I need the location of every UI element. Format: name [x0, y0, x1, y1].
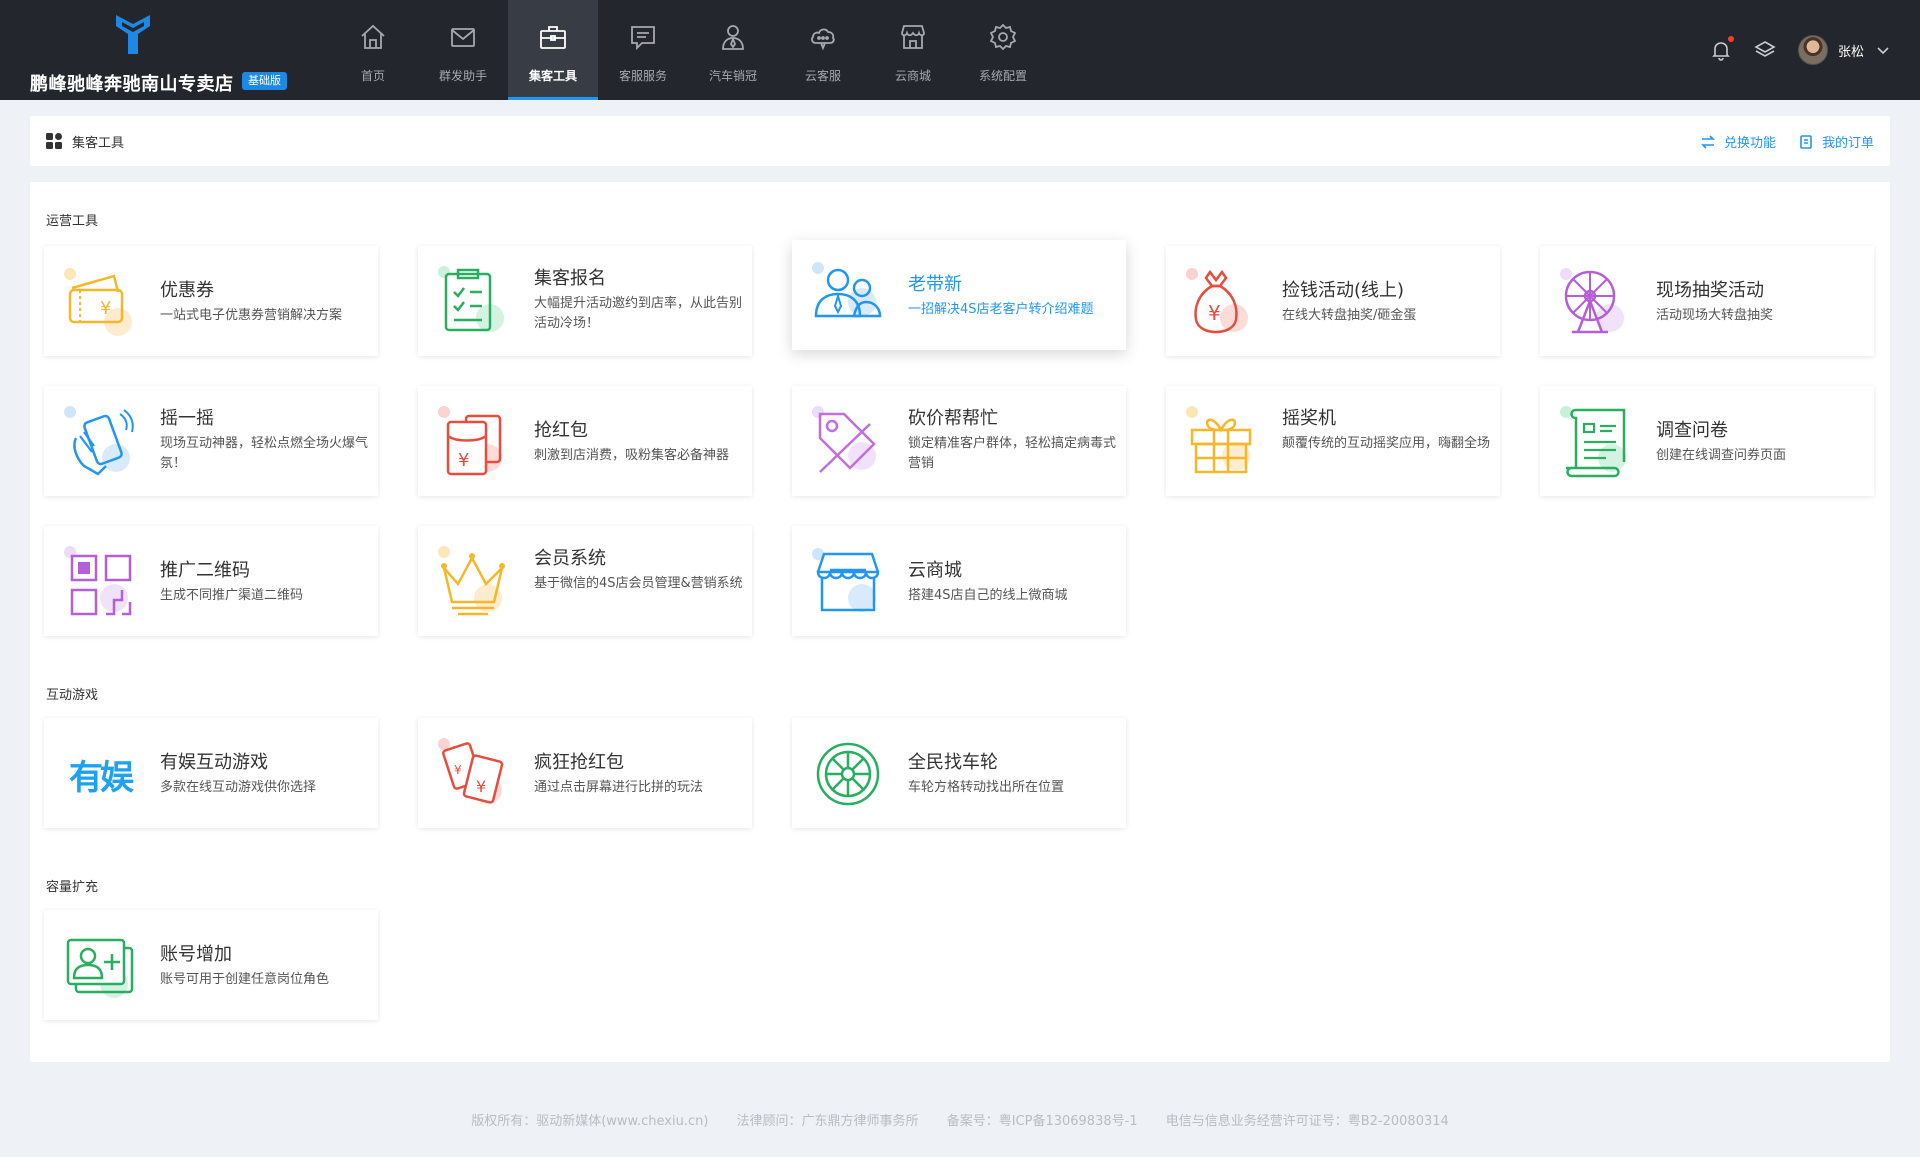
layers-button[interactable] [1754, 39, 1776, 61]
tool-card-lottery[interactable]: 现场抽奖活动 活动现场大转盘抽奖 [1540, 246, 1874, 356]
briefcase-icon [540, 26, 566, 49]
shake-phone-icon [64, 406, 134, 476]
nav-item-home[interactable]: 首页 [328, 0, 418, 100]
price-tag-icon [812, 406, 876, 473]
svg-text:¥: ¥ [476, 777, 486, 796]
ferris-wheel-icon [1560, 268, 1624, 334]
section-title-games: 互动游戏 [46, 688, 99, 703]
clipboard-check-icon [438, 266, 504, 332]
breadcrumb-actions: 兑换功能 我的订单 [1678, 132, 1874, 151]
chat-icon [631, 26, 655, 51]
referral-people-icon [812, 262, 882, 318]
salesperson-icon [722, 25, 744, 50]
tool-card-signup[interactable]: 集客报名 大幅提升活动邀约到店率，从此告别活动冷场！ [418, 246, 752, 356]
exchange-button[interactable]: 兑换功能 [1700, 132, 1776, 151]
qr-code-icon [64, 546, 132, 616]
breadcrumb: 集客工具 兑换功能 我的订单 [30, 116, 1890, 166]
bell-icon [1712, 42, 1730, 61]
tool-card-shake[interactable]: 摇一摇 现场互动神器，轻松点燃全场火爆气氛！ [44, 386, 378, 496]
avatar[interactable] [1797, 35, 1828, 65]
main-nav: 首页 群发助手 集客工具 客服服务 汽车销冠 云客服 云商城 系统配置 [328, 0, 1048, 100]
tool-card-coupon[interactable]: ¥ 优惠券 一站式电子优惠券营销解决方案 [44, 246, 378, 356]
tool-card-survey[interactable]: 调查问卷 创建在线调查问券页面 [1540, 386, 1874, 496]
notification-button[interactable] [1710, 36, 1734, 61]
tool-card-qrcode[interactable]: 推广二维码 生成不同推广渠道二维码 [44, 526, 378, 636]
tool-card-crazy-redpacket[interactable]: ¥ ¥ 疯狂抢红包 通过点击屏幕进行比拼的玩法 [418, 718, 752, 828]
svg-text:¥: ¥ [454, 763, 462, 777]
exchange-icon [1701, 134, 1715, 149]
store-icon [901, 25, 925, 49]
nav-item-cloud-mall[interactable]: 云商城 [868, 0, 958, 100]
nav-item-system-settings[interactable]: 系统配置 [958, 0, 1048, 100]
top-navigation-bar: 鹏峰驰峰奔驰南山专卖店 基础版 首页 群发助手 集客工具 客服服务 汽车销冠 云… [0, 0, 1920, 100]
gear-icon [989, 23, 1017, 51]
nav-item-lead-tools[interactable]: 集客工具 [508, 0, 598, 100]
youyu-logo-icon: 有娱 [69, 757, 134, 798]
tool-card-member[interactable]: 会员系统 基于微信的4S店会员管理&营销系统 [418, 526, 752, 636]
layers-icon [1754, 41, 1776, 57]
footer-copyright: 版权所有：驱动新媒体(www.chexiu.cn) [471, 1114, 709, 1129]
tool-card-bargain[interactable]: 砍价帮帮忙 锁定精准客户群体，轻松搞定病毒式营销 [792, 386, 1126, 496]
car-wheel-icon [816, 742, 880, 806]
footer: 版权所有：驱动新媒体(www.chexiu.cn) 法律顾问：广东鼎方律师事务所… [0, 1110, 1920, 1129]
nav-item-car-sales[interactable]: 汽车销冠 [688, 0, 778, 100]
store-name: 鹏峰驰峰奔驰南山专卖店 [30, 74, 234, 95]
red-envelopes-icon: ¥ ¥ [438, 738, 504, 804]
notification-dot [1727, 36, 1734, 42]
tools-panel: 运营工具 ¥ 优惠券 一站式电子优惠券营销解决方案 集客报名 大幅提升活动邀约到… [30, 182, 1890, 1062]
my-orders-button[interactable]: 我的订单 [1798, 132, 1874, 151]
tool-card-youyu-games[interactable]: 有娱 有娱互动游戏 多款在线互动游戏供你选择 [44, 718, 378, 828]
order-icon [1800, 134, 1812, 149]
topbar-right: 张松 [1688, 0, 1890, 100]
gift-box-icon [1186, 406, 1252, 474]
nav-item-cloud-service[interactable]: 云客服 [778, 0, 868, 100]
footer-legal: 法律顾问：广东鼎方律师事务所 [736, 1114, 919, 1129]
section-title-ops: 运营工具 [46, 214, 99, 229]
red-envelope-icon: ¥ [438, 406, 502, 476]
tool-card-money[interactable]: ¥ 捡钱活动(线上) 在线大转盘抽奖/砸金蛋 [1166, 246, 1500, 356]
nav-item-customer-service[interactable]: 客服服务 [598, 0, 688, 100]
mail-icon [451, 28, 475, 47]
tool-card-prize-machine[interactable]: 摇奖机 颠覆传统的互动摇奖应用，嗨翻全场 [1166, 386, 1500, 496]
svg-text:¥: ¥ [458, 450, 469, 471]
footer-license: 电信与信息业务经营许可证号：粤B2-20080314 [1165, 1114, 1449, 1129]
coupon-icon: ¥ [64, 268, 132, 336]
brand-logo-icon [116, 15, 150, 54]
edition-badge: 基础版 [242, 72, 287, 90]
nav-item-mass-send[interactable]: 群发助手 [418, 0, 508, 100]
tool-card-add-account[interactable]: 账号增加 账号可用于创建任意岗位角色 [44, 910, 378, 1020]
crown-icon [438, 546, 505, 616]
tool-card-find-wheel[interactable]: 全民找车轮 车轮方格转动找出所在位置 [792, 718, 1126, 828]
svg-text:¥: ¥ [100, 298, 111, 319]
brand[interactable]: 鹏峰驰峰奔驰南山专卖店 基础版 [30, 10, 300, 95]
storefront-icon [812, 548, 880, 612]
apps-grid-icon [46, 133, 62, 149]
add-user-icon [66, 938, 134, 998]
money-bag-icon: ¥ [1186, 268, 1248, 334]
section-title-capacity: 容量扩充 [46, 880, 99, 895]
footer-icp[interactable]: 备案号：粤ICP备13069838号-1 [947, 1114, 1138, 1129]
page-title: 集客工具 [72, 136, 125, 151]
home-icon [361, 24, 385, 49]
chevron-down-icon[interactable] [1876, 43, 1890, 57]
tool-card-mall[interactable]: 云商城 搭建4S店自己的线上微商城 [792, 526, 1126, 636]
svg-text:¥: ¥ [1208, 301, 1221, 325]
cloud-service-icon [811, 28, 835, 51]
scroll-document-icon [1560, 406, 1626, 478]
tool-card-referral[interactable]: 老带新 一招解决4S店老客户转介绍难题 [792, 240, 1126, 350]
tool-card-redpacket[interactable]: ¥ 抢红包 刺激到店消费，吸粉集客必备神器 [418, 386, 752, 496]
user-name[interactable]: 张松 [1838, 41, 1864, 60]
